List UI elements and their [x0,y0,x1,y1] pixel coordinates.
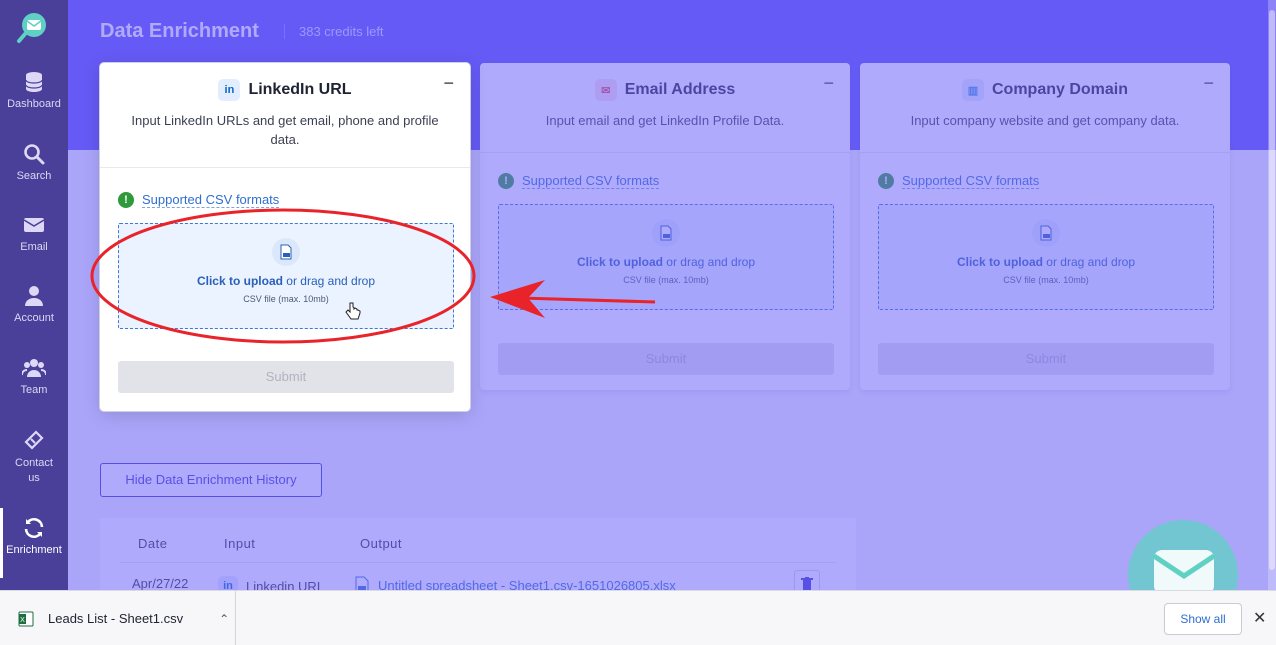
credits-counter: 383 credits left [284,24,384,39]
csv-link-text: Supported CSV formats [902,173,1040,189]
csv-link-text: Supported CSV formats [142,192,280,208]
sidebar-item-email[interactable]: Email [0,213,68,253]
sidebar-item-label: Email [20,241,48,253]
card-title: ▥ Company Domain [961,79,1128,101]
delete-button[interactable] [794,570,820,590]
csv-link-text: Supported CSV formats [522,173,660,189]
trash-icon [801,576,813,590]
row-output[interactable]: Untitled spreadsheet - Sheet1.csv-165102… [354,576,676,590]
linkedin-enrichment-card: in LinkedIn URL Input LinkedIn URLs and … [100,63,470,411]
upload-rest: or drag and drop [1042,255,1136,269]
scrollbar-thumb[interactable] [1269,10,1275,570]
building-icon: ▥ [961,79,984,101]
sidebar-item-dashboard[interactable]: Dashboard [0,70,68,110]
info-icon: ! [878,173,894,189]
database-icon [25,72,43,92]
upload-link[interactable]: Click to upload [577,255,663,269]
sidebar-item-label: Team [20,384,48,396]
upload-dropzone[interactable]: Click to upload or drag and drop CSV fil… [498,204,834,310]
card-title-text: LinkedIn URL [248,81,352,98]
page-title: Data Enrichment [100,20,259,42]
column-header-input: Input [224,536,256,551]
app-logo-icon[interactable] [16,10,50,44]
sidebar-item-label: Dashboard [7,98,61,110]
hand-cursor-icon [345,302,361,320]
card-title-text: Email Address [624,81,736,98]
chevron-up-icon[interactable]: ⌃ [219,612,229,626]
upload-instruction: Click to upload or drag and drop [499,255,833,269]
upload-dropzone[interactable]: Click to upload or drag and drop CSV fil… [878,204,1214,310]
download-file-name: Leads List - Sheet1.csv [48,611,184,626]
team-icon [22,359,46,377]
upload-limit: CSV file (max. 10mb) [243,294,329,304]
submit-button[interactable]: Submit [118,361,454,393]
info-icon: ! [498,173,514,189]
svg-text:X: X [20,617,25,624]
sidebar-item-enrichment[interactable]: Enrichment [0,508,68,578]
sidebar-item-contact[interactable]: Contact us [0,428,68,486]
collapse-button[interactable]: − [1203,73,1214,94]
mail-icon: ✉ [594,79,617,101]
upload-dropzone[interactable]: Click to upload or drag and drop CSV fil… [118,223,454,329]
refresh-icon [24,518,44,538]
sidebar: Dashboard Search Email Account Team Cont… [0,0,68,590]
submit-button[interactable]: Submit [878,343,1214,375]
collapse-button[interactable]: − [823,73,834,94]
linkedin-icon: in [218,79,241,101]
collapse-button[interactable]: − [443,73,454,94]
sidebar-item-label: Enrichment [6,544,62,556]
supported-csv-link[interactable]: ! Supported CSV formats [118,192,280,208]
upload-instruction: Click to upload or drag and drop [879,255,1213,269]
card-title: in LinkedIn URL [218,79,352,101]
file-icon [652,219,680,247]
user-icon [25,286,43,306]
linkedin-icon: in [218,576,238,590]
column-header-date: Date [138,536,168,551]
sidebar-item-label: Search [16,170,52,182]
sidebar-item-search[interactable]: Search [0,142,68,182]
show-all-button[interactable]: Show all [1164,603,1242,635]
upload-instruction: Click to upload or drag and drop [119,274,453,288]
upload-limit: CSV file (max. 10mb) [623,275,709,285]
upload-link[interactable]: Click to upload [197,274,283,288]
sidebar-item-label: Contact us [15,457,53,484]
download-item[interactable]: X Leads List - Sheet1.csv ⌃ [0,591,236,645]
scrollbar[interactable] [1268,0,1276,590]
upload-rest: or drag and drop [282,274,376,288]
company-enrichment-card: ▥ Company Domain Input company website a… [860,63,1230,390]
column-header-output: Output [360,536,403,551]
close-icon[interactable]: ✕ [1253,608,1266,628]
search-icon [24,144,45,165]
info-icon: ! [118,192,134,208]
supported-csv-link[interactable]: ! Supported CSV formats [498,173,660,189]
upload-link[interactable]: Click to upload [957,255,1043,269]
hide-history-button[interactable]: Hide Data Enrichment History [100,463,322,497]
card-description: Input email and get LinkedIn Profile Dat… [545,113,785,128]
card-title: ✉ Email Address [594,79,736,101]
upload-rest: or drag and drop [662,255,756,269]
file-icon [272,238,300,266]
download-bar: X Leads List - Sheet1.csv ⌃ Show all ✕ [0,590,1276,645]
ticket-icon [24,430,44,450]
envelope-icon [23,218,45,232]
email-enrichment-card: ✉ Email Address Input email and get Link… [480,63,850,390]
row-input: in Linkedin URL [218,576,324,590]
excel-file-icon: X [18,611,34,626]
sidebar-item-team[interactable]: Team [0,356,68,396]
divider [120,562,836,563]
row-date: Apr/27/22 [132,576,189,590]
sidebar-item-label: Account [14,312,54,324]
card-description: Input LinkedIn URLs and get email, phone… [131,113,439,147]
sidebar-item-account[interactable]: Account [0,284,68,324]
card-title-text: Company Domain [991,81,1128,98]
card-description: Input company website and get company da… [910,113,1180,128]
output-file-link[interactable]: Untitled spreadsheet - Sheet1.csv-165102… [378,578,676,591]
row-input-text: Linkedin URL [246,578,325,591]
file-icon [355,576,369,590]
submit-button[interactable]: Submit [498,343,834,375]
supported-csv-link[interactable]: ! Supported CSV formats [878,173,1040,189]
upload-limit: CSV file (max. 10mb) [1003,275,1089,285]
file-icon [1032,219,1060,247]
history-table: Date Input Output Apr/27/22 in Linkedin … [100,518,856,590]
